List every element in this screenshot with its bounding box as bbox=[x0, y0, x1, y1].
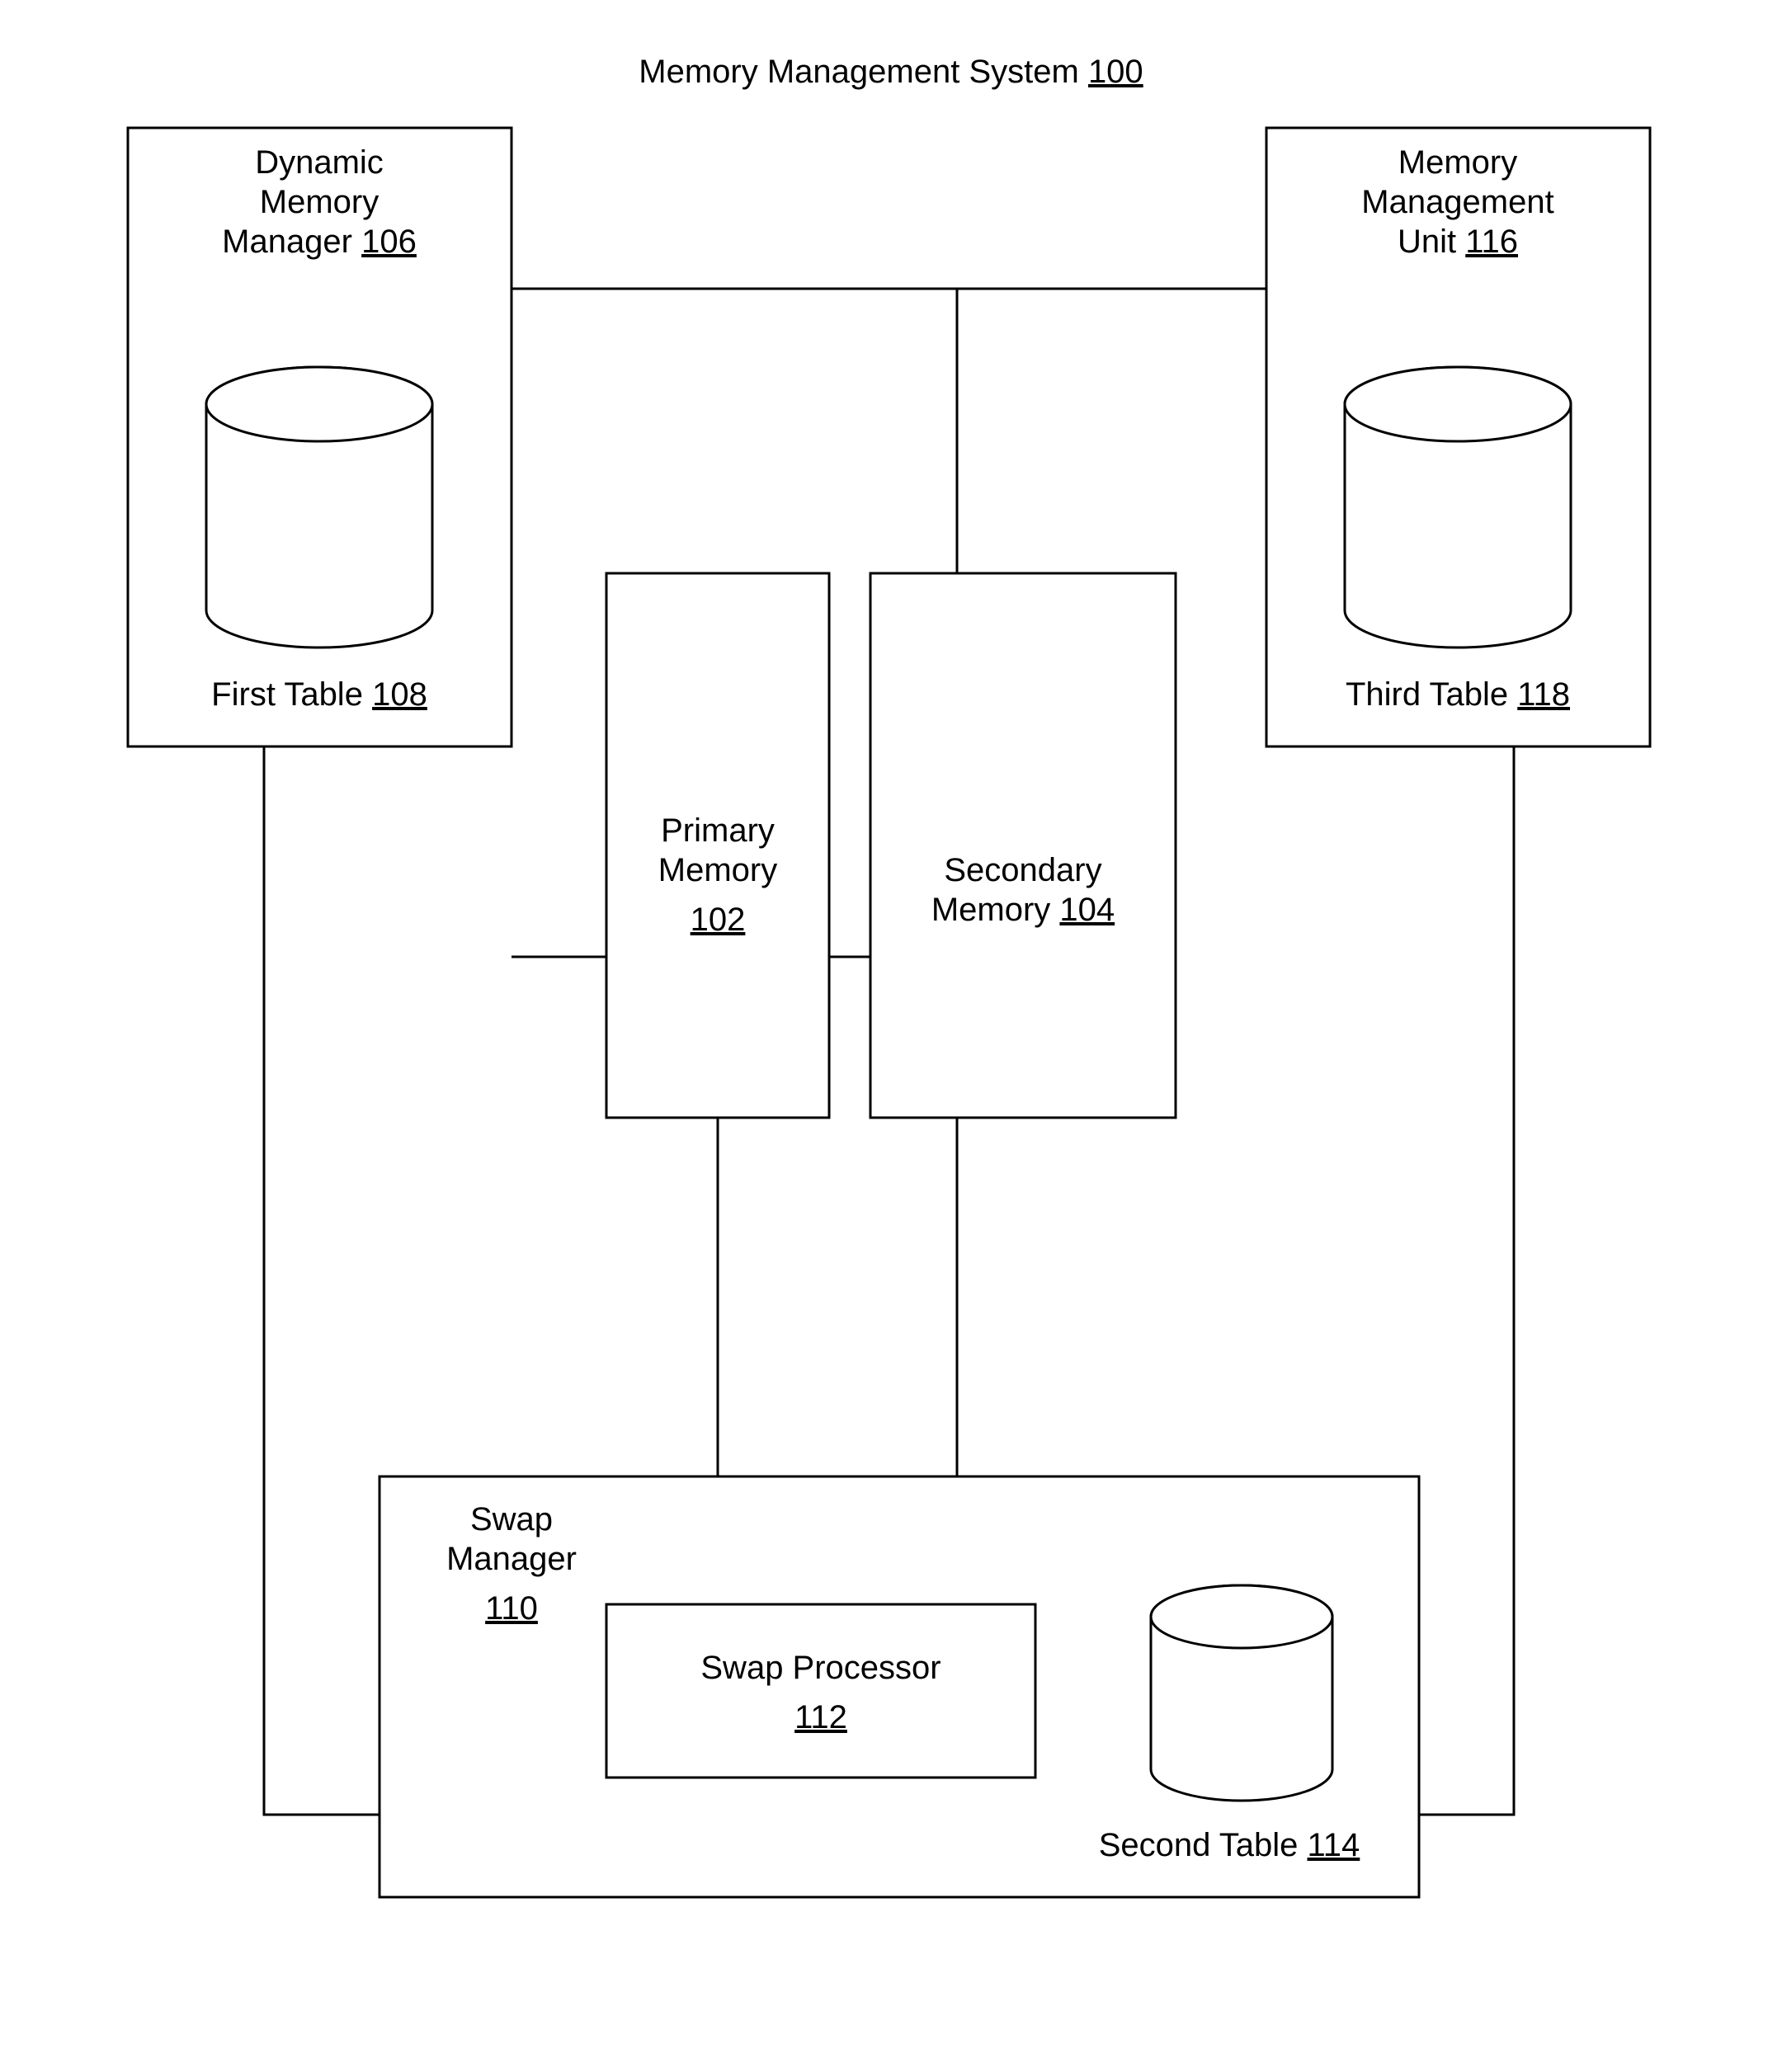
secondary-memory-label-2: Memory 104 bbox=[931, 892, 1115, 928]
swap-manager-label-1: Swap bbox=[470, 1501, 553, 1538]
swap-manager-label-2: Manager bbox=[446, 1541, 577, 1577]
primary-memory-label-2: Memory bbox=[658, 852, 777, 888]
dmm-label-1: Dynamic bbox=[255, 144, 384, 181]
dmm-label-3: Manager 106 bbox=[222, 224, 417, 260]
swap-manager-ref: 110 bbox=[485, 1590, 538, 1627]
memory-management-system-diagram: Memory Management System 100 Dynamic Mem… bbox=[0, 0, 1782, 2072]
primary-memory-ref: 102 bbox=[691, 902, 746, 938]
secondary-memory-box bbox=[870, 573, 1176, 1118]
mmu-label-1: Memory bbox=[1398, 144, 1517, 181]
second-table-cylinder-icon bbox=[1151, 1585, 1332, 1801]
swap-processor-label: Swap Processor bbox=[700, 1650, 940, 1686]
first-table-cylinder-icon bbox=[206, 367, 432, 648]
third-table-cylinder-icon bbox=[1345, 367, 1571, 648]
mmu-label-2: Management bbox=[1361, 184, 1553, 220]
third-table-label: Third Table 118 bbox=[1346, 676, 1570, 713]
mmu-label-3: Unit 116 bbox=[1398, 224, 1518, 260]
dmm-label-2: Memory bbox=[260, 184, 379, 220]
secondary-memory-label-1: Secondary bbox=[944, 852, 1101, 888]
first-table-label: First Table 108 bbox=[211, 676, 427, 713]
swap-processor-box bbox=[606, 1604, 1035, 1778]
primary-memory-label-1: Primary bbox=[661, 812, 775, 849]
diagram-title: Memory Management System 100 bbox=[639, 54, 1143, 90]
second-table-label: Second Table 114 bbox=[1099, 1827, 1360, 1863]
swap-processor-ref: 112 bbox=[794, 1699, 847, 1735]
